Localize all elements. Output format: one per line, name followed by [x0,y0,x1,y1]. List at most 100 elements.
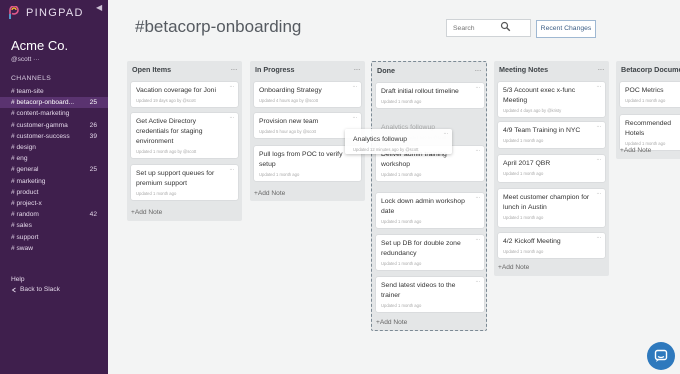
collapse-sidebar-icon[interactable]: ◀ [96,3,102,12]
column-header: Betacorp Documents··· [616,61,680,77]
board-title: #betacorp-onboarding [135,17,302,36]
note-title: Lock down admin workshop date [381,198,465,215]
note-updated-meta: Updated 1 month ago [381,303,422,308]
note-card[interactable]: Vacation coverage for Joni Updated 19 day… [131,82,238,107]
column-menu-icon[interactable]: ··· [231,65,238,74]
channel-name: # swaw [11,244,33,252]
help-link[interactable]: Help [11,276,25,283]
note-card[interactable]: Set up DB for double zone redundancy Upda… [376,235,484,270]
column-menu-icon[interactable]: ··· [598,65,605,74]
user-menu[interactable]: @scott ··· [11,56,40,63]
card-menu-icon[interactable]: ··· [229,167,234,173]
note-title: Onboarding Strategy [259,87,322,94]
logo[interactable]: PINGPAD [8,6,84,20]
dragging-card-title: Analytics followup [353,136,408,143]
channel-unread-count: 25 [89,99,97,107]
card-menu-icon[interactable]: ··· [475,279,480,285]
note-card[interactable]: Set up support queues for premium suppor… [131,165,238,200]
dragging-card-meta: Updated 12 minutes ago by @scott [353,147,419,152]
search-icon[interactable] [500,21,511,32]
column-header: Meeting Notes ··· [494,61,609,77]
card-menu-icon[interactable]: ··· [352,84,357,90]
card-menu-icon[interactable]: ··· [475,195,480,201]
note-card[interactable]: April 2017 QBR Updated 1 month ago ··· [498,155,605,182]
channel-unread-count: 26 [89,121,97,129]
note-card[interactable]: Get Active Directory credentials for sta… [131,113,238,158]
chat-support-button[interactable] [647,342,675,370]
sidebar-channel-item[interactable]: # product [0,187,108,198]
recent-changes-button[interactable]: Recent Changes [536,20,596,38]
channel-name: # betacorp-onboard... [11,99,75,107]
column-menu-icon[interactable]: ··· [475,66,482,75]
add-note-button[interactable]: +Add Note [131,209,162,216]
back-to-slack-label: Back to Slack [20,286,60,293]
channel-name: # random [11,211,39,219]
card-menu-icon[interactable]: ··· [475,237,480,243]
note-card[interactable]: Lock down admin workshop date Updated 1 m… [376,193,484,228]
note-updated-meta: Updated 1 month ago [381,261,422,266]
card-menu-icon[interactable]: ··· [475,148,480,154]
channel-name: # customer-success [11,132,70,140]
note-card[interactable]: Onboarding Strategy Updated 4 hours ago b… [254,82,361,107]
channel-name: # eng [11,155,28,163]
channel-name: # support [11,233,39,241]
card-menu-icon[interactable]: ··· [229,84,234,90]
note-card[interactable]: 4/9 Team Training in NYC Updated 1 month … [498,122,605,148]
add-note-button[interactable]: +Add Note [376,319,407,326]
note-card[interactable]: POC MetricsUpdated 1 month ago··· [620,82,680,107]
card-menu-icon[interactable]: ··· [475,85,480,91]
sidebar-channel-item[interactable]: # customer-success 39 [0,131,108,142]
note-card[interactable]: Send latest videos to the trainer Updated… [376,277,484,312]
sidebar-channel-item[interactable]: # eng [0,153,108,164]
add-note-button[interactable]: +Add Note [254,190,285,197]
sidebar-channel-item[interactable]: # random 42 [0,209,108,220]
sidebar-channel-item[interactable]: # team-site [0,86,108,97]
sidebar-channel-item[interactable]: # sales [0,220,108,231]
note-updated-meta: Updated 1 month ago [503,249,544,254]
sidebar-channel-item[interactable]: # project-x [0,198,108,209]
chat-icon [654,349,668,362]
note-card[interactable]: Meet customer champion for lunch in Aust… [498,189,605,227]
sidebar-channel-item[interactable]: # design [0,142,108,153]
card-menu-icon[interactable]: ··· [352,115,357,121]
back-to-slack-link[interactable]: Back to Slack [11,286,60,293]
note-title: Set up DB for double zone redundancy [381,240,461,257]
card-menu-icon[interactable]: ··· [596,157,601,163]
sidebar-channel-item[interactable]: # swaw [0,243,108,254]
channel-unread-count: 39 [89,132,97,140]
card-menu-icon[interactable]: ··· [596,191,601,197]
note-updated-meta: Updated 1 month ago [381,99,422,104]
note-updated-meta: Updated 1 month ago [503,171,544,176]
note-card[interactable]: 4/2 Kickoff Meeting Updated 1 month ago ··… [498,233,605,258]
note-title: Pull logs from POC to verify setup [259,151,343,168]
column-open-items: Open Items ··· Vacation coverage for Joni U… [127,61,242,221]
card-menu-icon[interactable]: ··· [596,84,601,90]
card-menu-icon[interactable]: ··· [596,124,601,130]
channel-list: # team-site # betacorp-onboard... 25 # cont… [0,86,108,254]
note-title: April 2017 QBR [503,160,551,167]
column-menu-icon[interactable]: ··· [354,65,361,74]
add-note-button[interactable]: +Add Note [498,264,529,271]
sidebar-channel-item[interactable]: # support [0,231,108,242]
sidebar-channel-item[interactable]: # customer-gamma 26 [0,120,108,131]
note-card[interactable]: Draft initial rollout timeline Updated 1 … [376,83,484,108]
sidebar-channel-item[interactable]: # betacorp-onboard... 25 [0,97,108,109]
add-note-button[interactable]: +Add Note [620,147,651,154]
sidebar-channel-item[interactable]: # general 25 [0,164,108,175]
column-title: Open Items [132,64,172,74]
column-title: Meeting Notes [499,64,549,74]
search-input[interactable] [446,19,531,37]
sidebar-channel-item[interactable]: # marketing [0,176,108,187]
note-title: 4/2 Kickoff Meeting [503,238,561,245]
note-card[interactable]: Recommended HotelsUpdated 1 month ago··· [620,115,680,150]
note-title: 4/9 Team Training in NYC [503,127,581,134]
column-header: In Progress ··· [250,61,365,77]
dragging-card[interactable]: Analytics followup Updated 12 minutes ag… [345,129,452,154]
card-menu-icon[interactable]: ··· [443,131,448,137]
note-card[interactable]: 5/3 Account exec x-func Meeting Updated 4… [498,82,605,117]
note-title: Meet customer champion for lunch in Aust… [503,194,590,211]
org-name[interactable]: Acme Co. [11,38,68,53]
sidebar-channel-item[interactable]: # content-marketing [0,108,108,119]
card-menu-icon[interactable]: ··· [596,235,601,241]
card-menu-icon[interactable]: ··· [229,115,234,121]
